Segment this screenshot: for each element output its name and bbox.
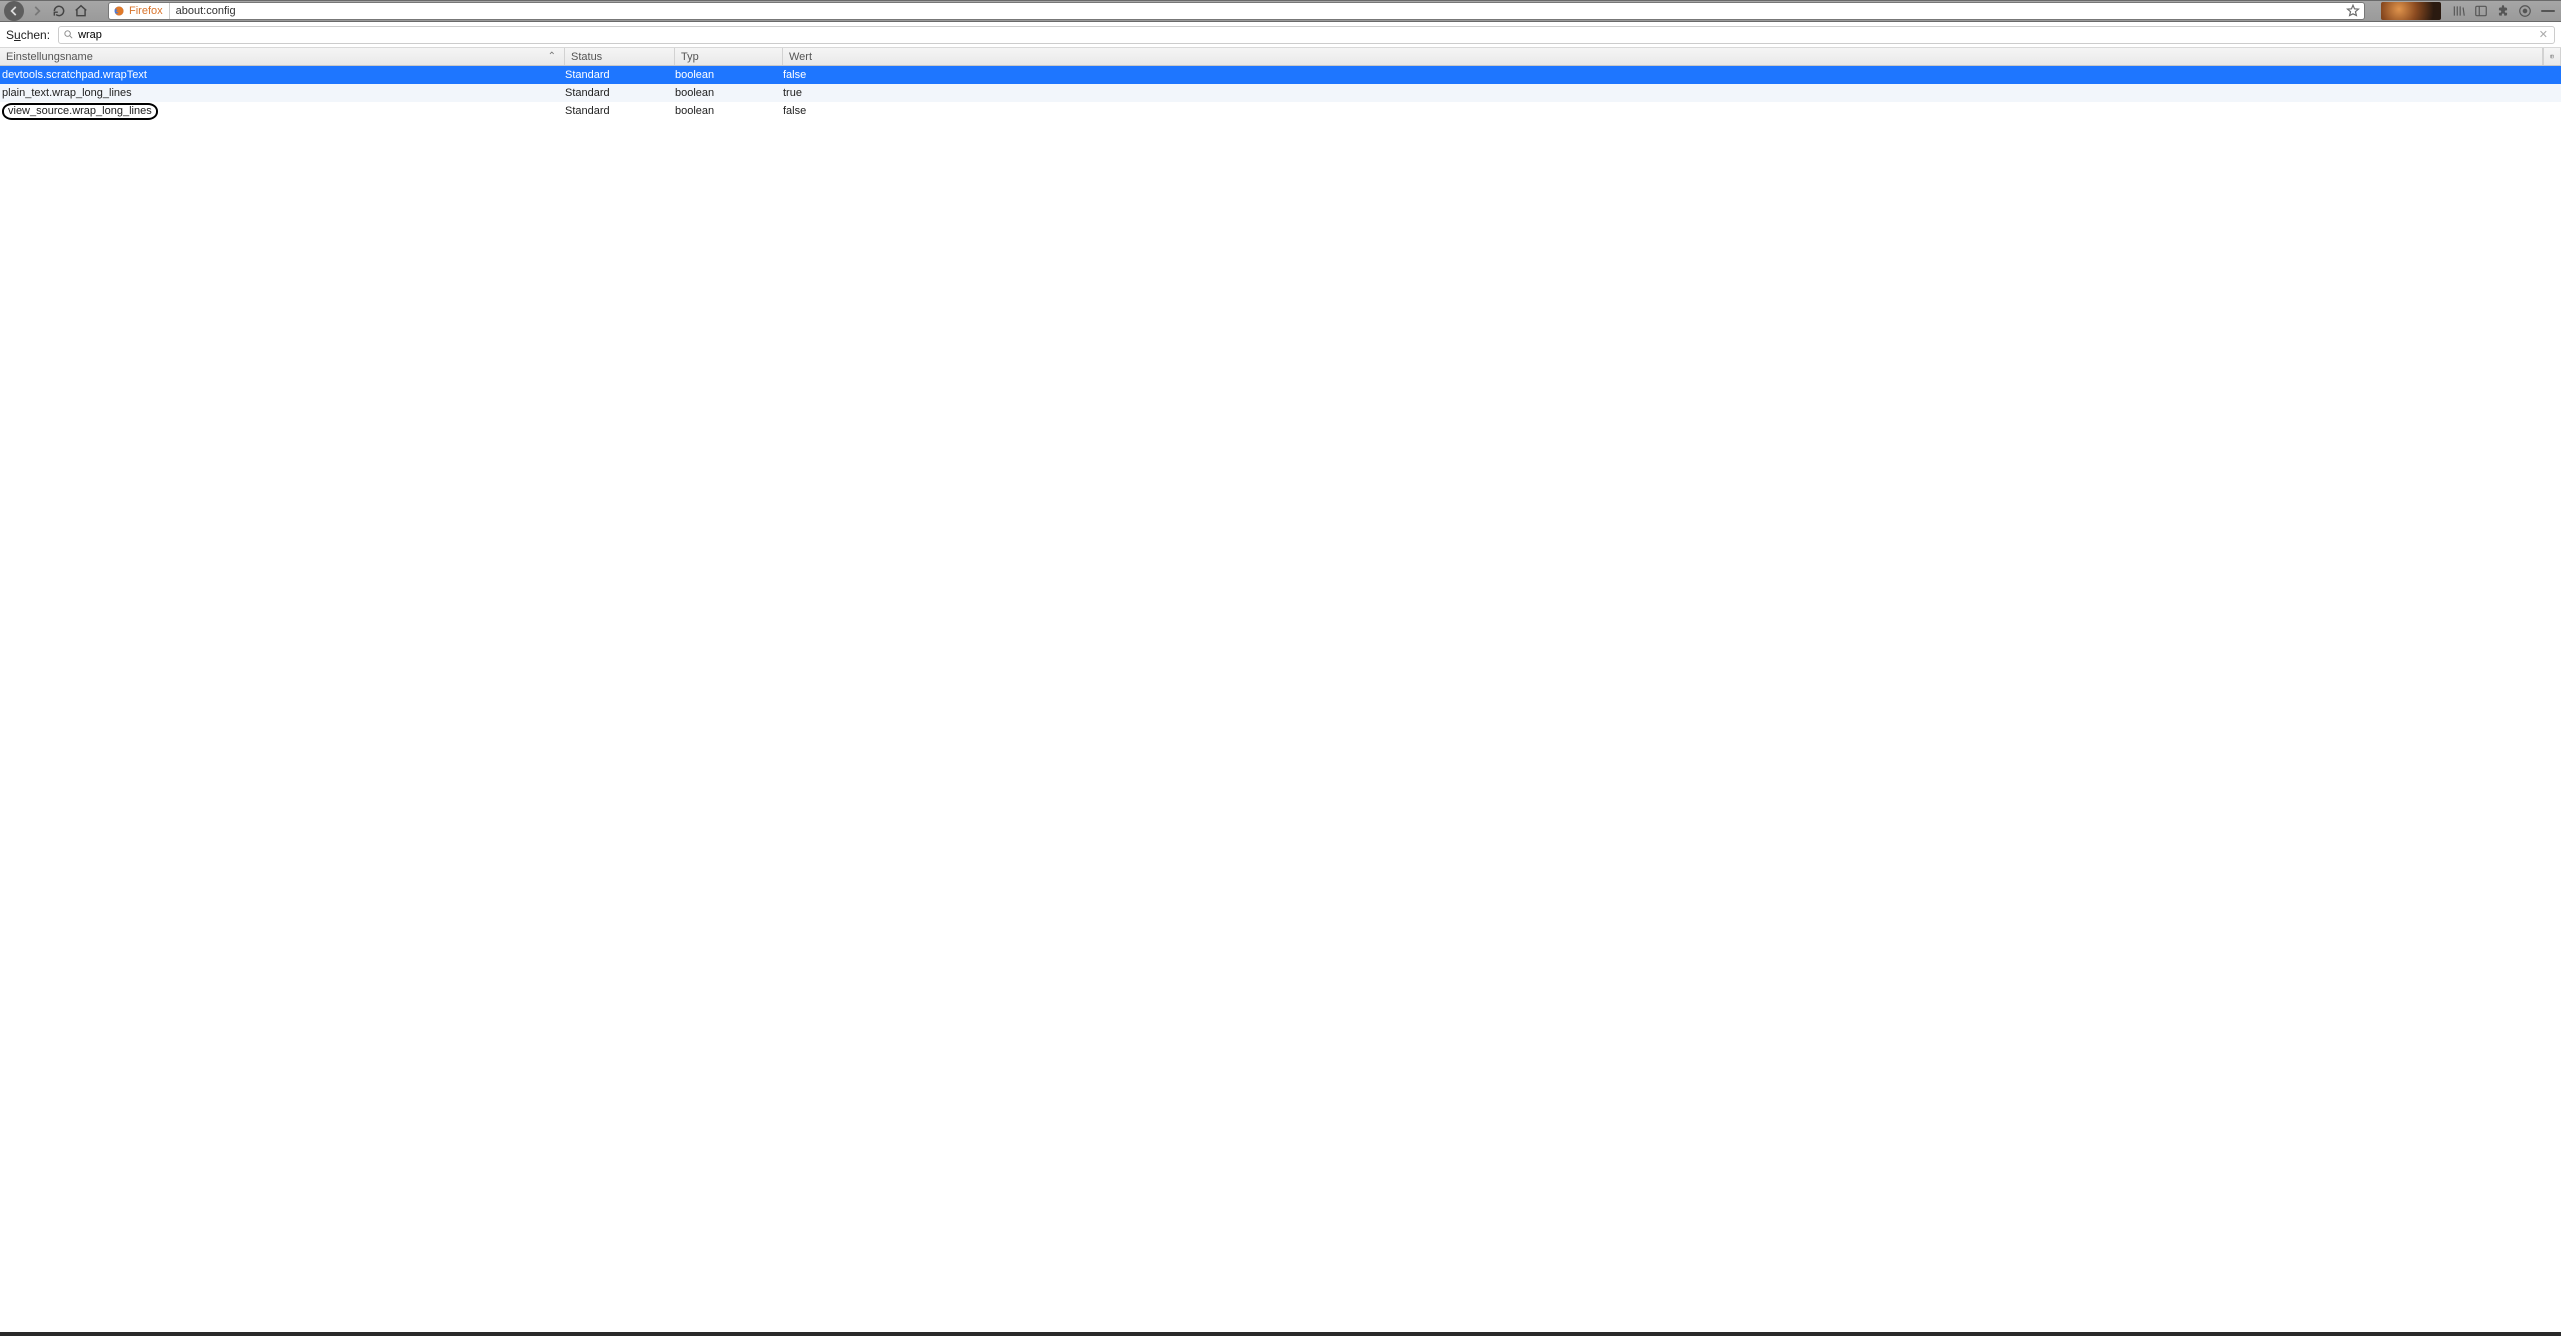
pref-value: false bbox=[783, 69, 2561, 81]
pref-row[interactable]: view_source.wrap_long_linesStandardboole… bbox=[0, 102, 2561, 120]
forward-button bbox=[28, 2, 46, 20]
back-button[interactable] bbox=[4, 1, 24, 21]
url-input[interactable] bbox=[176, 5, 2340, 17]
pref-value: false bbox=[783, 105, 2561, 117]
firefox-icon bbox=[113, 5, 125, 17]
window-bottom-strip bbox=[0, 1332, 2561, 1336]
pref-status: Standard bbox=[565, 69, 675, 81]
column-headers: Einstellungsname ⌃ Status Typ Wert bbox=[0, 48, 2561, 66]
pref-type: boolean bbox=[675, 105, 783, 117]
addon-icon-1[interactable] bbox=[2495, 3, 2511, 19]
pref-type: boolean bbox=[675, 87, 783, 99]
pref-rows: devtools.scratchpad.wrapTextStandardbool… bbox=[0, 66, 2561, 1332]
pref-type: boolean bbox=[675, 69, 783, 81]
pref-row[interactable]: devtools.scratchpad.wrapTextStandardbool… bbox=[0, 66, 2561, 84]
pref-status: Standard bbox=[565, 105, 675, 117]
search-icon bbox=[63, 29, 74, 40]
search-input[interactable] bbox=[78, 29, 2533, 41]
app-menu-button[interactable] bbox=[2539, 2, 2557, 20]
pref-value: true bbox=[783, 87, 2561, 99]
url-bar[interactable]: Firefox bbox=[108, 2, 2365, 20]
column-header-status-label: Status bbox=[571, 51, 602, 63]
column-header-name[interactable]: Einstellungsname ⌃ bbox=[0, 48, 565, 65]
column-header-status[interactable]: Status bbox=[565, 48, 675, 65]
browser-toolbar: Firefox bbox=[0, 0, 2561, 22]
bookmark-star-icon[interactable] bbox=[2346, 4, 2360, 18]
home-button[interactable] bbox=[72, 2, 90, 20]
search-label: Suchen: bbox=[6, 28, 50, 42]
column-picker-button[interactable] bbox=[2543, 48, 2561, 65]
toolbar-right-icons bbox=[2451, 3, 2533, 19]
library-icon[interactable] bbox=[2451, 3, 2467, 19]
column-header-name-label: Einstellungsname bbox=[6, 51, 93, 63]
addon-icon-2[interactable] bbox=[2517, 3, 2533, 19]
toolbar-theme-art bbox=[2381, 2, 2441, 20]
sidebar-toggle-icon[interactable] bbox=[2473, 3, 2489, 19]
column-header-value-label: Wert bbox=[789, 51, 812, 63]
pref-name: plain_text.wrap_long_lines bbox=[0, 87, 565, 99]
pref-status: Standard bbox=[565, 87, 675, 99]
sort-ascending-icon: ⌃ bbox=[548, 51, 556, 62]
aboutconfig-search-row: Suchen: ✕ bbox=[0, 22, 2561, 48]
pref-name: devtools.scratchpad.wrapText bbox=[0, 69, 565, 81]
identity-box[interactable]: Firefox bbox=[113, 3, 170, 19]
pref-row[interactable]: plain_text.wrap_long_linesStandardboolea… bbox=[0, 84, 2561, 102]
reload-button[interactable] bbox=[50, 2, 68, 20]
search-field[interactable]: ✕ bbox=[58, 26, 2555, 44]
pref-name: view_source.wrap_long_lines bbox=[0, 103, 565, 120]
column-header-type-label: Typ bbox=[681, 51, 699, 63]
column-header-value[interactable]: Wert bbox=[783, 48, 2543, 65]
clear-search-icon[interactable]: ✕ bbox=[2537, 28, 2550, 41]
column-header-type[interactable]: Typ bbox=[675, 48, 783, 65]
identity-label: Firefox bbox=[129, 5, 163, 17]
